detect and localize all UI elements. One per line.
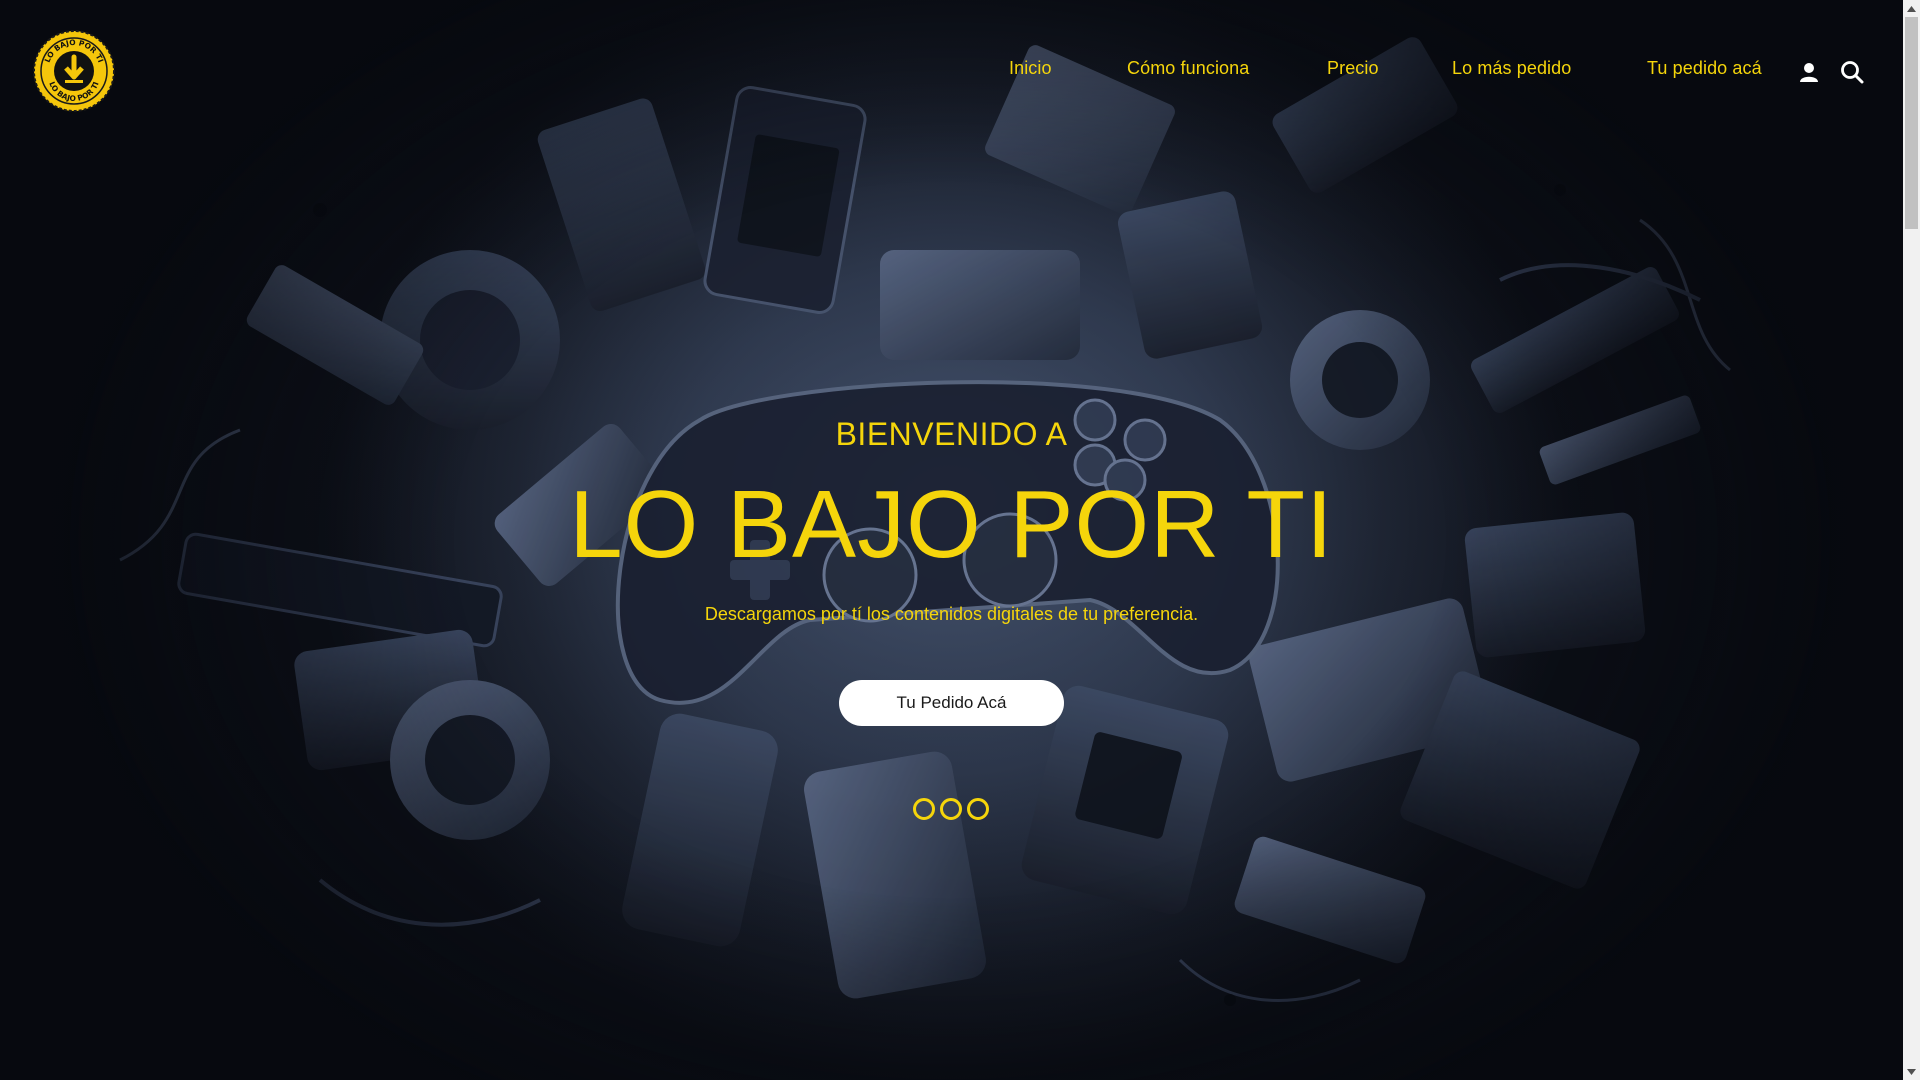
hero-subtitle: Descargamos por tí los contenidos digita…	[704, 604, 1199, 624]
scroll-down-arrow-icon[interactable]	[1903, 1063, 1920, 1080]
hero-title: LO BAJO POR TI	[569, 471, 1334, 578]
page: LO BAJO POR TI LO BAJO POR TI Inicio Cóm…	[0, 0, 1920, 1080]
vertical-scrollbar[interactable]	[1903, 0, 1920, 1080]
scroll-up-arrow-icon[interactable]	[1903, 0, 1920, 17]
hero-content: BIENVENIDO A LO BAJO POR TI Descargamos …	[0, 0, 1903, 1080]
slider-dot-3[interactable]	[967, 798, 989, 820]
slider-dot-2[interactable]	[940, 798, 962, 820]
tu-pedido-aca-button[interactable]: Tu Pedido Acá	[839, 680, 1064, 726]
slider-pagination	[913, 798, 993, 820]
hero-section: LO BAJO POR TI LO BAJO POR TI Inicio Cóm…	[0, 0, 1903, 1080]
scrollbar-thumb[interactable]	[1905, 17, 1918, 229]
hero-kicker: BIENVENIDO A	[835, 416, 1068, 452]
slider-dot-1[interactable]	[913, 798, 935, 820]
